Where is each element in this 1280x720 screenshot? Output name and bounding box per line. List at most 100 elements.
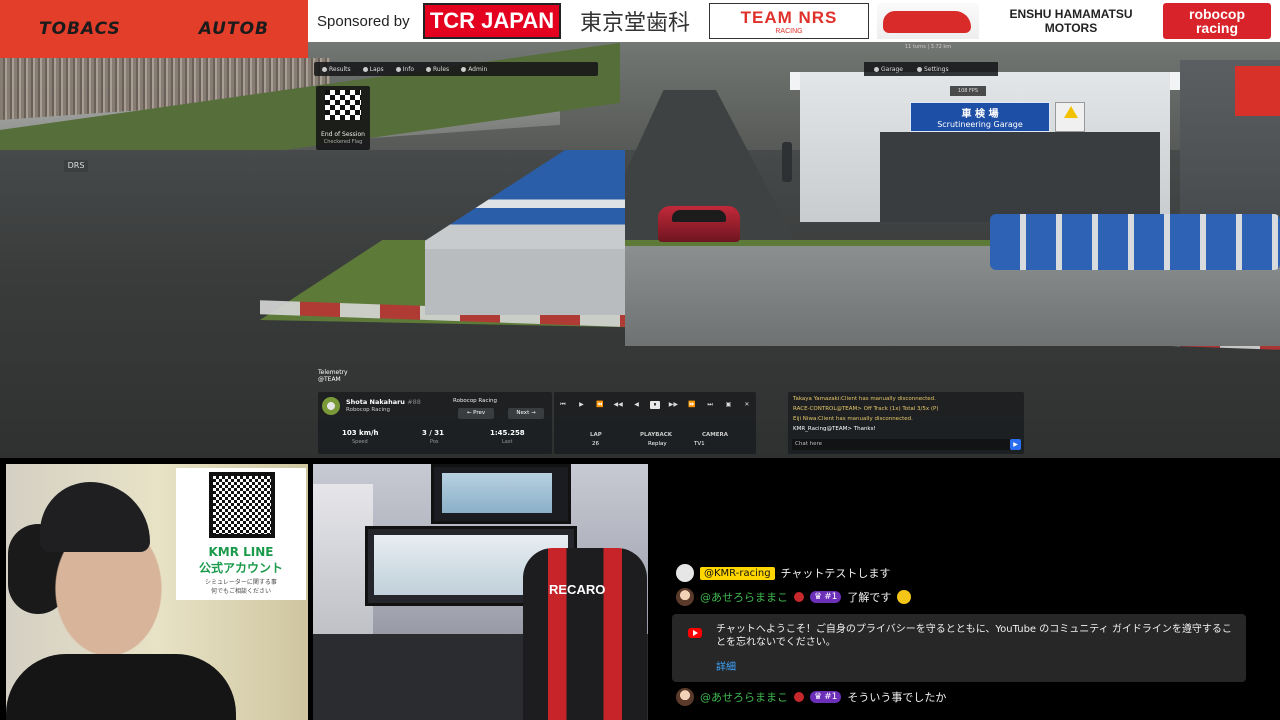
skip-start-button[interactable]: ⏮: [558, 401, 568, 409]
tab-results[interactable]: Results: [318, 65, 355, 74]
garage-sign-en: Scrutineering Garage: [937, 120, 1023, 129]
track-info: 11 turns | 3.72 km: [905, 44, 952, 50]
tab-settings[interactable]: Settings: [913, 65, 953, 74]
qr-desc-line1: シミュレーターに関する事: [205, 579, 277, 586]
tab-rules-label: Rules: [433, 65, 450, 73]
member-badge-icon: [794, 692, 804, 702]
driver-name: Shota Nakaharu #88: [346, 398, 421, 406]
game-chat-input[interactable]: Chat here: [792, 439, 1010, 450]
garage-sign-jp: 車 検 場: [961, 109, 999, 120]
rewind-button[interactable]: ◀◀: [613, 401, 623, 409]
step-back-button[interactable]: ◀: [632, 401, 642, 409]
flag-title: End of Session: [321, 131, 365, 138]
tab-admin[interactable]: Admin: [457, 65, 491, 74]
skip-end-button[interactable]: ⏭: [705, 401, 715, 409]
info-icon: [395, 66, 401, 72]
line-qr-card: KMR LINE 公式アカウント シミュレーターに関する事 何でもご相談ください: [176, 468, 306, 600]
tab-garage[interactable]: Garage: [870, 65, 907, 74]
garage-interior: [880, 132, 1160, 222]
chat-text: 了解です: [847, 591, 892, 604]
rewind-fast-button[interactable]: ⏪: [595, 401, 605, 409]
chat-author[interactable]: @あせろらままこ: [700, 589, 788, 605]
drs-board: DRS: [64, 160, 88, 172]
telemetry-label: Telemetry @TEAM: [318, 369, 348, 383]
team-nrs-logo: TEAM NRS RACING: [709, 3, 869, 39]
playback-controls: ⏮ ▶ ⏪ ◀◀ ◀ ⏸ ▶▶ ⏩ ⏭ ▣ ✕: [558, 400, 752, 410]
last-lap-value: 1:45.258: [490, 429, 525, 437]
youtube-icon: [688, 628, 702, 638]
send-icon[interactable]: ▶: [1010, 439, 1021, 450]
autobacs-banner: TOBACS AUTOB: [0, 0, 308, 58]
forward-button[interactable]: ▶▶: [668, 401, 678, 409]
avatar[interactable]: [676, 688, 694, 706]
chat-message: @KMR-racing チャットテストします: [676, 564, 890, 582]
tokyodo-text: 東京堂歯科: [579, 10, 690, 35]
camera-value[interactable]: TV1: [694, 441, 705, 447]
member-badge-icon: [794, 592, 804, 602]
tab-laps[interactable]: Laps: [359, 65, 388, 74]
flag-subtitle: Checkered Flag: [323, 139, 363, 145]
play-button[interactable]: ▶: [576, 401, 586, 409]
tab-info-label: Info: [402, 65, 414, 73]
qr-desc-line2: 何でもご相談ください: [210, 588, 271, 595]
autobacs-text-right: AUTOB: [198, 19, 269, 39]
position-value: 3 / 31: [422, 429, 445, 437]
chat-message: Takaya Yamazaki:Client has manually disc…: [793, 396, 936, 402]
tab-garage-label: Garage: [881, 65, 903, 73]
next-driver-button[interactable]: Next →: [508, 408, 544, 419]
lap-label: LAP: [590, 432, 602, 438]
avatar[interactable]: [676, 564, 694, 582]
garage-icon: [874, 66, 879, 72]
chat-author-owner[interactable]: @KMR-racing: [700, 566, 775, 580]
prev-driver-button[interactable]: ← Prev: [458, 408, 494, 419]
tab-results-label: Results: [329, 65, 351, 73]
notice-details-link[interactable]: 詳細: [716, 658, 736, 673]
tab-info[interactable]: Info: [392, 65, 418, 74]
chat-welcome-notice: チャットへようこそ！ご自身のプライバシーを守るとともに、YouTube のコミュ…: [672, 614, 1246, 682]
driver-team-right: Robocop Racing: [453, 398, 498, 404]
telemetry-title: Telemetry: [318, 369, 348, 376]
chat-message: Eiji Niwa:Client has manually disconnect…: [793, 416, 913, 422]
driver-panel: Shota Nakaharu #88 Robocop Racing Roboco…: [318, 392, 552, 454]
tokyodo-logo: 東京堂歯科: [569, 3, 701, 39]
avatar[interactable]: [676, 588, 694, 606]
lap-value[interactable]: 26: [592, 441, 599, 447]
rules-icon: [426, 66, 431, 72]
close-playback-button[interactable]: ✕: [742, 401, 752, 409]
chat-text: そういう事でしたか: [847, 691, 947, 704]
enshu-motors-logo: ENSHU HAMAMATSU MOTORS: [987, 3, 1155, 39]
seat-logo: RECARO: [549, 582, 606, 597]
driver-team: Robocop Racing: [346, 407, 391, 413]
streamer-camera: KMR LINE 公式アカウント シミュレーターに関する事 何でもご相談ください: [6, 464, 308, 720]
results-icon: [322, 66, 327, 72]
youtube-chat: @KMR-racing チャットテストします @あせろらままこ ♛ #1 了解です…: [654, 558, 1280, 720]
tab-admin-label: Admin: [468, 65, 488, 73]
tyre-stack: [990, 214, 1280, 270]
rank-badge-text: #1: [824, 592, 838, 602]
chat-message: KMR_Racing@TEAM> Thanks!: [793, 426, 876, 432]
chat-author[interactable]: @あせろらままこ: [700, 689, 788, 705]
speed-value: 103 km/h: [342, 429, 379, 437]
camera-toggle-button[interactable]: ▣: [724, 401, 734, 409]
crown-icon: ♛: [814, 692, 823, 702]
racing-seat: [523, 548, 647, 720]
playback-label: PLAYBACK: [640, 432, 672, 438]
tab-settings-label: Settings: [923, 65, 949, 73]
fast-forward-button[interactable]: ⏩: [687, 401, 697, 409]
tcr-japan-text: TCR JAPAN: [429, 8, 555, 33]
fps-counter: 108 FPS: [950, 86, 986, 96]
hud-menu-bar: Results Laps Info Rules Admin: [314, 62, 598, 76]
autobacs-text-left: TOBACS: [39, 19, 121, 39]
admin-icon: [461, 66, 467, 72]
chat-text: チャットテストします: [780, 567, 891, 580]
chat-message: RACE-CONTROL@TEAM> Off Track (1x) Total …: [793, 406, 939, 412]
stream-frame: 車 検 場 Scrutineering Garage DRS TOBACS AU…: [0, 0, 1280, 720]
pause-button[interactable]: ⏸: [649, 401, 660, 409]
hud-right-menu: Garage Settings: [864, 62, 998, 76]
playback-value[interactable]: Replay: [648, 441, 667, 447]
tab-rules[interactable]: Rules: [422, 65, 453, 74]
last-lap-label: Last: [502, 439, 513, 445]
qr-title-line1: KMR LINE: [208, 545, 274, 559]
gear-icon: [916, 66, 922, 72]
playback-panel: ⏮ ▶ ⏪ ◀◀ ◀ ⏸ ▶▶ ⏩ ⏭ ▣ ✕ LAP 26 PLAYBACK …: [554, 392, 756, 454]
